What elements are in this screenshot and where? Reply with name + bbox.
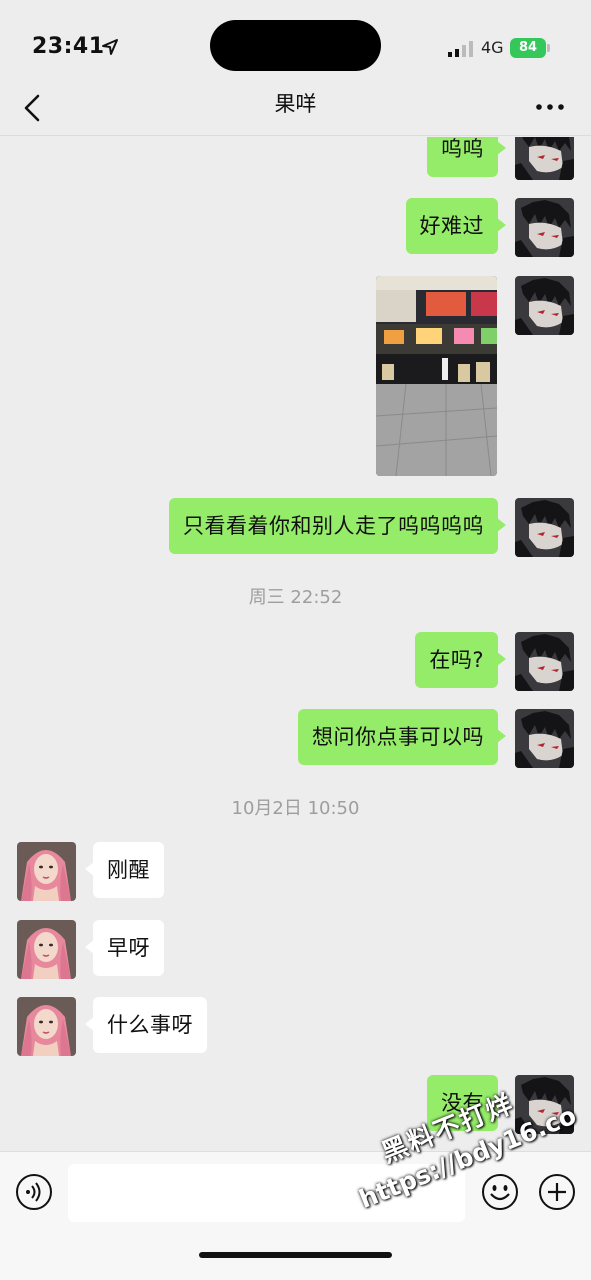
contact-avatar[interactable]: [17, 920, 76, 979]
status-time: 23:41: [32, 34, 105, 59]
message-bubble[interactable]: 在吗?: [415, 632, 506, 688]
message-bubble[interactable]: 好难过: [405, 198, 506, 254]
message-row: 什么事呀: [17, 997, 207, 1056]
dynamic-island: [210, 20, 381, 71]
location-arrow-icon: [102, 39, 118, 55]
message-row: 没有: [427, 1075, 574, 1134]
input-bar: [0, 1151, 591, 1280]
chat-title: 果咩: [274, 92, 317, 116]
network-type: 4G: [481, 38, 504, 57]
message-input[interactable]: [68, 1164, 465, 1222]
home-indicator[interactable]: [199, 1252, 392, 1258]
contact-avatar[interactable]: [17, 842, 76, 901]
message-row: 好难过: [405, 198, 575, 257]
signal-bars-icon: [448, 41, 473, 57]
self-avatar[interactable]: [515, 276, 574, 335]
message-row: 在吗?: [415, 632, 574, 691]
self-avatar[interactable]: [515, 137, 574, 180]
emoji-icon[interactable]: [481, 1173, 519, 1211]
battery-tip: [547, 44, 550, 52]
self-avatar[interactable]: [515, 1075, 574, 1134]
message-row: [376, 276, 574, 476]
message-bubble[interactable]: 只看看着你和别人走了呜呜呜呜: [169, 498, 506, 554]
message-bubble[interactable]: 没有: [427, 1075, 506, 1131]
message-row: 只看看着你和别人走了呜呜呜呜: [169, 498, 574, 557]
message-bubble[interactable]: 呜呜: [427, 137, 506, 177]
message-row: 想问你点事可以吗: [298, 709, 574, 768]
message-row: 刚醒: [17, 842, 164, 901]
self-avatar[interactable]: [515, 709, 574, 768]
timestamp: 10月2日 10:50: [231, 798, 360, 819]
voice-icon[interactable]: [15, 1173, 53, 1211]
message-bubble[interactable]: 什么事呀: [85, 997, 207, 1053]
status-bar: 23:41 4G 84: [0, 0, 591, 92]
chat-header: 果咩: [0, 80, 591, 136]
battery-level: 84: [510, 38, 546, 58]
plus-icon[interactable]: [538, 1173, 576, 1211]
self-avatar[interactable]: [515, 498, 574, 557]
more-dots-icon[interactable]: [535, 92, 565, 122]
message-row: 早呀: [17, 920, 164, 979]
timestamp: 周三 22:52: [248, 587, 343, 608]
message-list[interactable]: 呜呜 好难过 只看看着你和别人走了呜呜呜呜 周三 22:52 在吗? 想问你点事…: [0, 137, 591, 1151]
image-message[interactable]: [376, 276, 497, 476]
self-avatar[interactable]: [515, 632, 574, 691]
message-bubble[interactable]: 早呀: [85, 920, 164, 976]
message-bubble[interactable]: 刚醒: [85, 842, 164, 898]
message-row: 呜呜: [427, 137, 574, 180]
contact-avatar[interactable]: [17, 997, 76, 1056]
self-avatar[interactable]: [515, 198, 574, 257]
message-bubble[interactable]: 想问你点事可以吗: [298, 709, 506, 765]
